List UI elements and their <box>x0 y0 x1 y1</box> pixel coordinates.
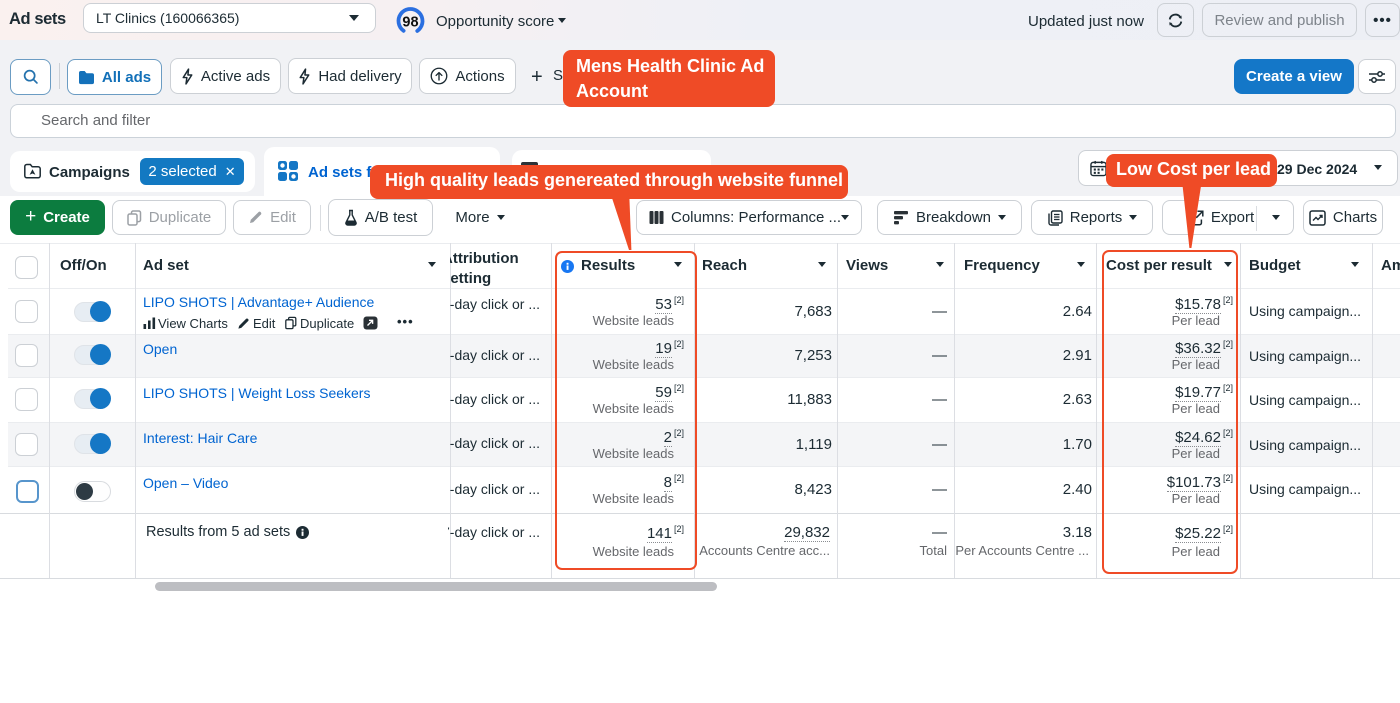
svg-text:98: 98 <box>402 15 418 31</box>
